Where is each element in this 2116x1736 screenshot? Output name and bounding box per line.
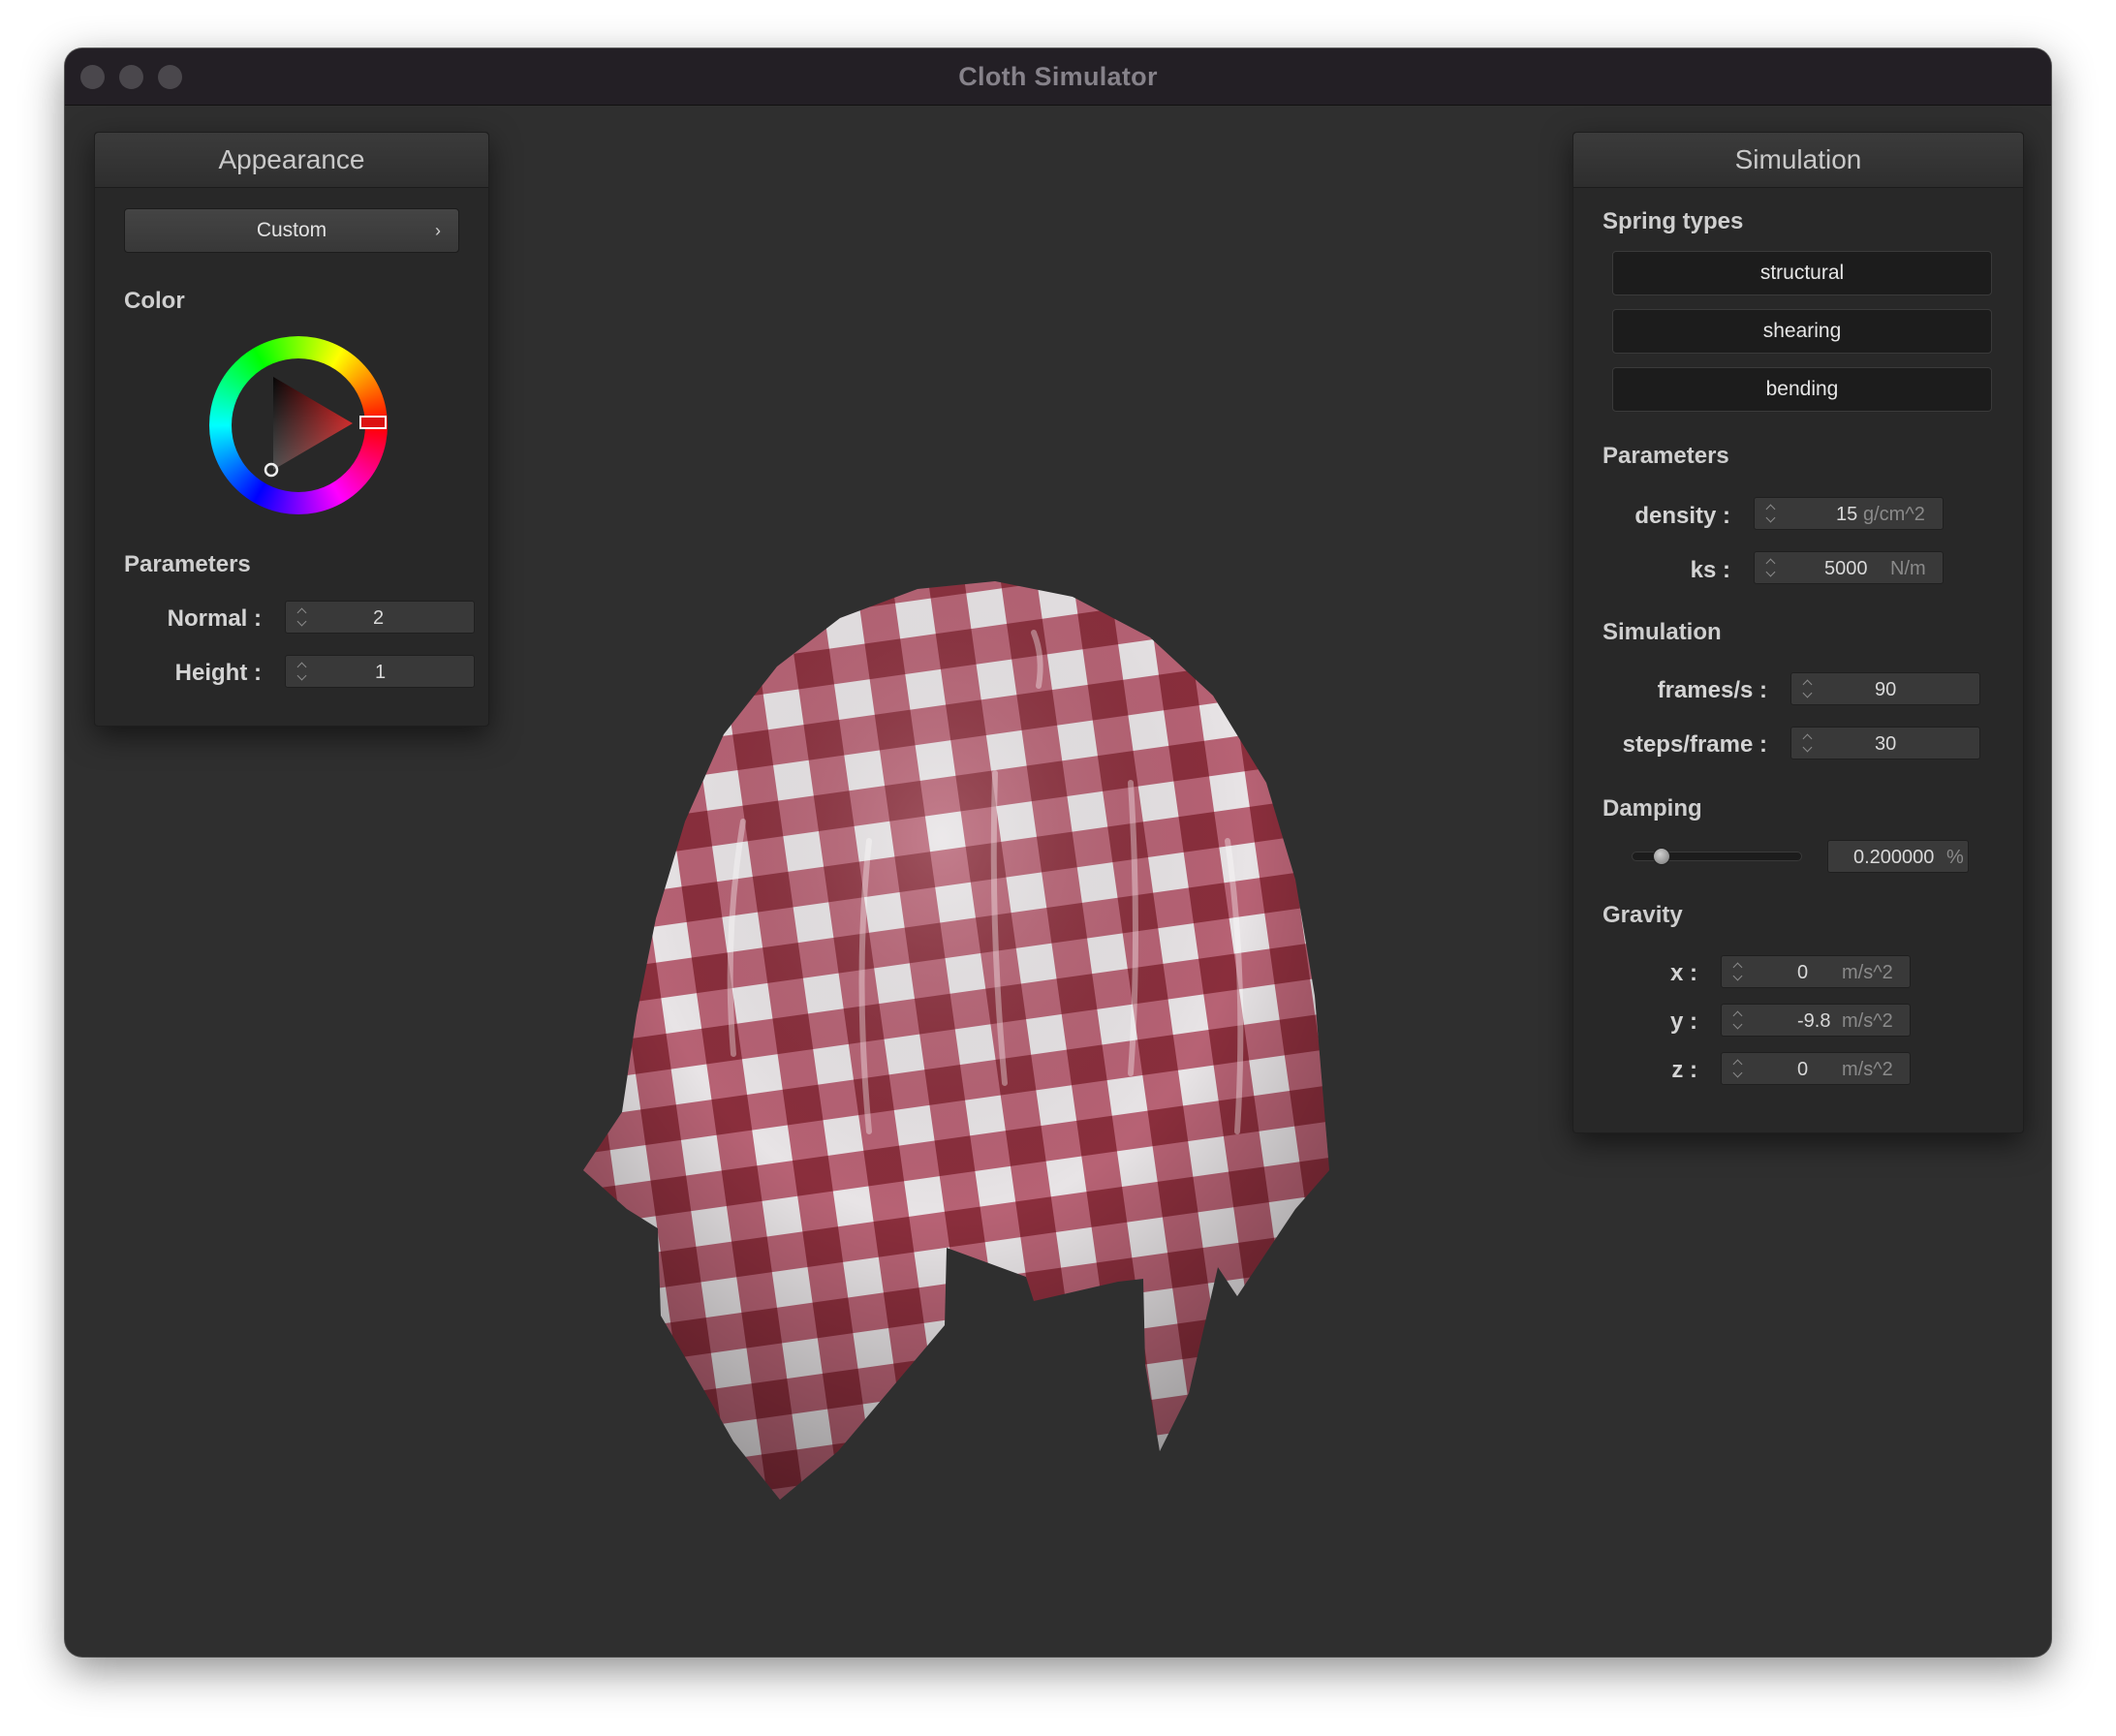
frames-per-second-label: frames/s :	[1657, 677, 1767, 703]
frames-per-second-input[interactable]: 90	[1790, 672, 1980, 705]
simulation-panel-title: Simulation	[1573, 133, 2023, 188]
damping-slider-handle[interactable]	[1652, 848, 1670, 865]
stepper-icon[interactable]	[1801, 677, 1815, 700]
damping-label: Damping	[1603, 795, 1702, 822]
hue-marker[interactable]	[359, 416, 387, 429]
damping-value-box[interactable]: 0.200000 %	[1827, 840, 1969, 873]
gravity-x-input[interactable]: 0 m/s^2	[1721, 955, 1911, 988]
appearance-panel-title: Appearance	[95, 133, 488, 188]
title-bar: Cloth Simulator	[65, 48, 2051, 106]
cloth-shading	[583, 581, 1329, 1500]
gravity-label: Gravity	[1603, 902, 1683, 928]
stepper-icon[interactable]	[1801, 731, 1815, 755]
sim-parameters-label: Parameters	[1603, 443, 1729, 469]
appearance-parameters-label: Parameters	[124, 551, 251, 577]
gravity-y-input[interactable]: -9.8 m/s^2	[1721, 1004, 1911, 1037]
stepper-icon[interactable]	[1764, 502, 1778, 525]
color-section-label: Color	[124, 288, 185, 314]
simulation-section-label: Simulation	[1603, 619, 1722, 645]
stepper-icon[interactable]	[1764, 556, 1778, 579]
steps-per-frame-input[interactable]: 30	[1790, 727, 1980, 760]
stepper-icon[interactable]	[296, 605, 309, 629]
normal-label: Normal :	[167, 605, 262, 632]
structural-toggle-button[interactable]: structural	[1612, 251, 1992, 295]
stepper-icon[interactable]	[1731, 960, 1745, 983]
gravity-z-label: z :	[1671, 1057, 1697, 1083]
appearance-panel: Appearance Custom › Color Parameters Nor…	[94, 132, 489, 727]
density-input[interactable]: 15 g/cm^2	[1754, 497, 1944, 530]
density-label: density :	[1634, 503, 1730, 529]
gravity-y-label: y :	[1669, 1008, 1697, 1035]
window-title: Cloth Simulator	[958, 62, 1158, 91]
normal-input[interactable]: 2	[285, 601, 475, 634]
color-picker-marker[interactable]	[264, 462, 279, 478]
simulation-panel: Simulation Spring types structural shear…	[1572, 132, 2024, 1133]
gravity-z-input[interactable]: 0 m/s^2	[1721, 1052, 1911, 1085]
stepper-icon[interactable]	[1731, 1057, 1745, 1080]
height-label: Height :	[174, 660, 262, 686]
steps-per-frame-label: steps/frame :	[1622, 731, 1767, 758]
ks-label: ks :	[1690, 557, 1730, 583]
app-window: Cloth Simulator Appearance Custom › Colo…	[65, 48, 2051, 1657]
gravity-x-label: x :	[1669, 960, 1697, 986]
ks-input[interactable]: 5000 N/m	[1754, 551, 1944, 584]
height-input[interactable]: 1	[285, 655, 475, 688]
appearance-preset-dropdown[interactable]: Custom ›	[124, 208, 459, 253]
color-wheel[interactable]	[209, 336, 388, 514]
stepper-icon[interactable]	[1731, 1008, 1745, 1032]
preset-label: Custom	[256, 219, 327, 241]
shearing-toggle-button[interactable]: shearing	[1612, 309, 1992, 354]
bending-toggle-button[interactable]: bending	[1612, 367, 1992, 412]
stepper-icon[interactable]	[296, 660, 309, 683]
chevron-right-icon: ›	[435, 221, 441, 240]
spring-types-label: Spring types	[1603, 208, 1744, 234]
